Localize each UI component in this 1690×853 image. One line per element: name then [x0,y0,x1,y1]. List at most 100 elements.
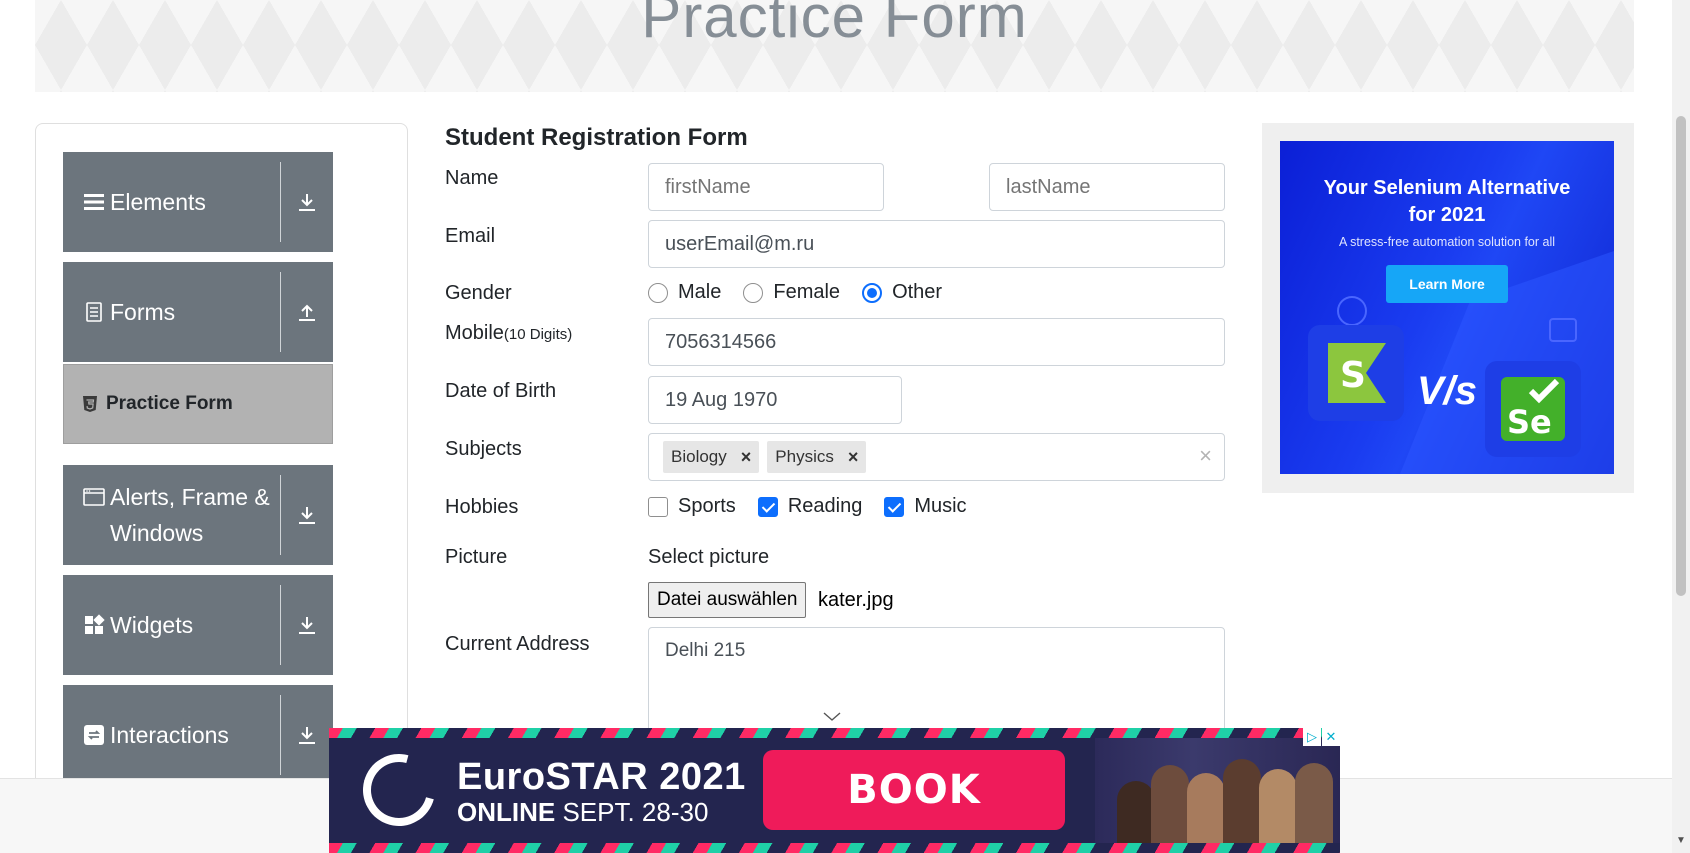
katalon-letter: S [1340,355,1366,396]
email-label: Email [445,225,496,247]
ad-stripe [329,843,1340,853]
gender-radio-group: Male Female Other [648,281,964,304]
ad-controls: ▷ ✕ [1302,728,1340,746]
last-name-input[interactable] [989,163,1225,211]
subjects-label: Subjects [445,438,522,460]
select-picture-label: Select picture [648,546,770,568]
book-tickets-button[interactable]: BOOK TICKETS [763,750,1065,853]
eurostar-subtitle: ONLINE SEPT. 28-30 [457,797,708,828]
sidebar-group-widgets[interactable]: Widgets [63,575,333,675]
sidebar-group-label: Alerts, Frame & Windows [110,484,270,546]
dob-label: Date of Birth [445,380,557,402]
gender-other-label[interactable]: Other [892,281,942,304]
sidebar-item-label: Practice Form [106,393,233,414]
mobile-label: Mobile(10 Digits) [445,322,572,345]
html5-icon [83,396,97,412]
person-shape [1117,781,1155,843]
selenium-logo: Se [1485,361,1581,457]
page-title: Practice Form [641,0,1028,50]
ad-headline-line: Your Selenium Alternative [1323,177,1571,199]
ad-subline: A stress-free automation solution for al… [1338,235,1556,249]
eurostar-subtitle-dates: SEPT. 28-30 [555,797,709,827]
sidebar-group-label: Widgets [110,612,194,638]
gender-label: Gender [445,282,512,304]
katalon-logo-icon: S [1328,343,1386,403]
hobbies-checkbox-group: Sports Reading Music [648,495,989,518]
hobby-reading-label[interactable]: Reading [788,495,863,518]
download-arrow-icon[interactable] [297,615,317,635]
person-shape [1151,765,1189,843]
choose-file-button[interactable]: Datei auswählen [648,582,807,618]
sidebar-group-label: Forms [110,299,176,325]
ad-stripe [329,728,1340,738]
ad-headline-line: for 2021 [1408,204,1486,226]
ad-headline: Your Selenium Alternative for 2021 [1280,175,1614,229]
hobby-music-checkbox[interactable] [884,496,905,517]
form-title: Student Registration Form [445,124,748,151]
address-label: Current Address [445,633,590,655]
learn-more-button[interactable]: Learn More [1386,265,1508,303]
hobby-music-label[interactable]: Music [914,495,966,518]
first-name-input[interactable] [648,163,884,211]
versus-text: V/s [1417,369,1478,413]
sidebar-group-label: Elements [110,189,206,215]
file-name: kater.jpg [818,589,894,611]
hobbies-label: Hobbies [445,496,519,518]
subjects-input[interactable]: Biology × Physics × × [648,433,1225,481]
clear-subjects-icon[interactable]: × [1199,443,1212,469]
page-scrollbar[interactable]: ▼ [1672,0,1690,853]
upload-arrow-icon[interactable] [297,302,317,322]
person-shape [1259,769,1297,843]
scroll-down-arrow-icon[interactable]: ▼ [1676,835,1686,846]
widgets-icon [85,614,105,634]
mobile-input[interactable] [648,318,1225,366]
scrollbar-thumb[interactable] [1676,116,1686,596]
email-input[interactable] [648,220,1225,268]
selenium-logo-icon: Se [1501,377,1565,441]
person-shape [1295,763,1333,843]
eurostar-title: EuroSTAR 2021 [457,756,746,798]
selenium-letters: Se [1507,403,1552,441]
hobby-sports-label[interactable]: Sports [678,495,736,518]
eurostar-logo-icon [349,740,449,840]
gender-female-label[interactable]: Female [773,281,840,304]
hobby-sports-checkbox[interactable] [648,496,668,517]
remove-subject-icon[interactable]: × [842,447,867,468]
ad-people-photo [1095,738,1340,843]
mobile-hint: (10 Digits) [503,326,573,343]
gender-female-radio[interactable] [743,282,764,303]
download-arrow-icon[interactable] [297,192,317,212]
interactions-icon [84,725,104,745]
person-shape [1223,759,1261,843]
close-ad-icon[interactable]: ✕ [1322,728,1340,746]
gender-male-radio[interactable] [648,282,668,303]
sidebar-group-forms[interactable]: Forms [63,262,333,362]
right-ad-creative[interactable]: Your Selenium Alternative for 2021 A str… [1280,141,1614,474]
date-of-birth-input[interactable] [648,376,902,424]
picture-label: Picture [445,546,508,568]
subject-chip: Biology × [663,441,760,473]
gender-male-label[interactable]: Male [678,281,721,304]
gender-other-radio[interactable] [862,282,883,303]
subject-chip-label: Physics [775,447,834,466]
katalon-logo: S [1308,325,1404,421]
sidebar-group-elements[interactable]: Elements [63,152,333,252]
download-arrow-icon[interactable] [297,725,317,745]
sidebar-group-alerts[interactable]: Alerts, Frame & Windows [63,465,333,565]
window-icon [83,488,105,506]
name-label: Name [445,167,499,189]
sidebar-group-label: Interactions [110,722,229,748]
remove-subject-icon[interactable]: × [735,447,760,468]
adchoices-icon[interactable]: ▷ [1303,728,1321,746]
hamburger-icon [84,194,104,210]
download-arrow-icon[interactable] [297,505,317,525]
sidebar-item-practice-form[interactable]: Practice Form [63,364,333,444]
hobby-reading-checkbox[interactable] [757,496,778,517]
sidebar-group-interactions[interactable]: Interactions [63,685,333,785]
chevron-down-icon [823,712,841,721]
bottom-advertisement[interactable]: EuroSTAR 2021 ONLINE SEPT. 28-30 BOOK TI… [329,728,1340,853]
mobile-label-text: Mobile [445,322,504,344]
subject-chip-label: Biology [671,447,727,466]
right-advertisement[interactable]: Your Selenium Alternative for 2021 A str… [1262,123,1634,493]
eurostar-subtitle-bold: ONLINE [457,797,556,827]
